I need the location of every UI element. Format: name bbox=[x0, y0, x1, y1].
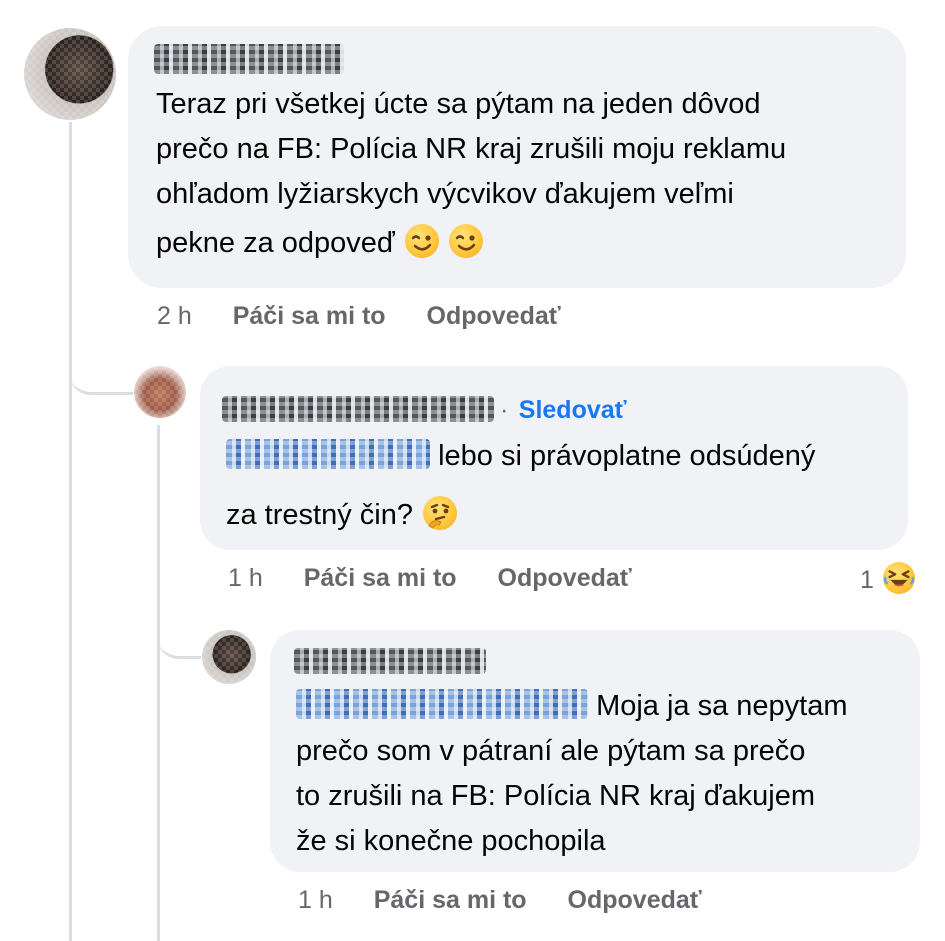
winking-face-icon bbox=[404, 224, 439, 258]
like-button[interactable]: Páči sa mi to bbox=[374, 886, 527, 914]
thread-line-reply bbox=[157, 425, 160, 941]
comment-line: to zrušili na FB: Polícia NR kraj ďakuje… bbox=[296, 780, 816, 812]
mention-link[interactable] bbox=[296, 689, 588, 719]
comment-line-text: lebo si právoplatne odsúdený bbox=[438, 440, 816, 472]
author-name[interactable] bbox=[154, 44, 344, 74]
comment-text: lebo si právoplatne odsúdený za trestný … bbox=[226, 434, 896, 538]
reaction-summary[interactable]: 1 bbox=[860, 562, 915, 595]
comment-line: pekne za odpoveď bbox=[156, 221, 896, 266]
timestamp[interactable]: 2 h bbox=[157, 302, 192, 330]
comment-line: Moja ja sa nepytam bbox=[296, 684, 916, 729]
winking-face-icon bbox=[448, 224, 483, 258]
thread-connector-1 bbox=[69, 360, 133, 395]
avatar[interactable] bbox=[202, 630, 256, 684]
reply-button[interactable]: Odpovedať bbox=[568, 886, 702, 914]
follow-button[interactable]: Sledovať bbox=[519, 396, 627, 424]
comment-line: že si konečne pochopila bbox=[296, 825, 606, 857]
like-button[interactable]: Páči sa mi to bbox=[233, 302, 386, 330]
avatar[interactable] bbox=[24, 28, 116, 120]
comment-line: ohľadom lyžiarskych výcvikov ďakujem veľ… bbox=[156, 178, 734, 210]
author-name[interactable] bbox=[294, 648, 486, 674]
separator-dot: · bbox=[500, 396, 509, 424]
author-name[interactable] bbox=[222, 396, 494, 422]
reaction-count: 1 bbox=[860, 566, 874, 594]
thread-line-main bbox=[69, 122, 72, 941]
comment-line: lebo si právoplatne odsúdený bbox=[226, 434, 896, 479]
comment-meta: 1 h Páči sa mi to Odpovedať bbox=[298, 886, 702, 915]
reply-button[interactable]: Odpovedať bbox=[498, 564, 632, 592]
comment-meta: 1 h Páči sa mi to Odpovedať bbox=[228, 564, 632, 593]
comment-line: Teraz pri všetkej úcte sa pýtam na jeden… bbox=[156, 88, 761, 120]
timestamp[interactable]: 1 h bbox=[298, 886, 333, 914]
comment-line-text: Moja ja sa nepytam bbox=[596, 690, 848, 722]
like-button[interactable]: Páči sa mi to bbox=[304, 564, 457, 592]
comment-text: Moja ja sa nepytam prečo som v pátraní a… bbox=[296, 684, 916, 864]
comment-line: za trestný čin? bbox=[226, 493, 896, 538]
comment-meta: 2 h Páči sa mi to Odpovedať bbox=[157, 302, 561, 331]
comment-text: Teraz pri všetkej úcte sa pýtam na jeden… bbox=[156, 82, 896, 266]
thread-connector-2 bbox=[157, 620, 201, 659]
avatar[interactable] bbox=[134, 366, 186, 418]
mention-link[interactable] bbox=[226, 439, 430, 469]
thinking-face-icon bbox=[423, 496, 458, 530]
comment-line-text: za trestný čin? bbox=[226, 499, 413, 531]
timestamp[interactable]: 1 h bbox=[228, 564, 263, 592]
reply-button[interactable]: Odpovedať bbox=[427, 302, 561, 330]
comment-line: prečo na FB: Polícia NR kraj zrušili moj… bbox=[156, 133, 787, 165]
follow-row: · Sledovať bbox=[500, 396, 627, 425]
laughing-face-icon bbox=[882, 562, 915, 594]
comment-line-text: pekne za odpoveď bbox=[156, 227, 395, 259]
comment-line: prečo som v pátraní ale pýtam sa prečo bbox=[296, 735, 806, 767]
